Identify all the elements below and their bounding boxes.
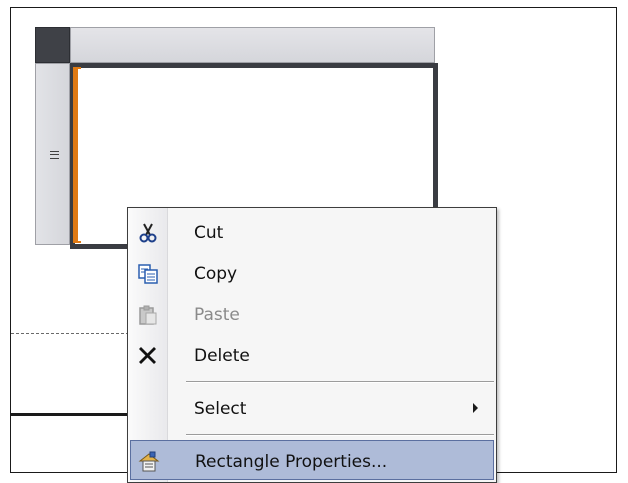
context-menu: Cut Copy Paste Delete Select Rectangle P… bbox=[127, 207, 497, 483]
body-boundary-line[interactable] bbox=[11, 413, 129, 416]
menu-item-select[interactable]: Select bbox=[130, 388, 494, 428]
tablix-corner-handle[interactable] bbox=[35, 27, 70, 63]
properties-icon bbox=[138, 451, 160, 473]
menu-item-label: Cut bbox=[194, 223, 224, 243]
submenu-arrow-icon bbox=[473, 403, 478, 413]
menu-item-label: Select bbox=[194, 399, 247, 419]
menu-item-label: Delete bbox=[194, 346, 250, 366]
menu-separator bbox=[186, 381, 494, 383]
menu-item-label: Paste bbox=[194, 305, 240, 325]
tablix-row-handle[interactable] bbox=[35, 63, 70, 245]
menu-item-cut[interactable]: Cut bbox=[130, 212, 494, 252]
menu-item-label: Copy bbox=[194, 264, 238, 284]
menu-item-rectangle-properties[interactable]: Rectangle Properties... bbox=[130, 440, 494, 480]
paste-icon bbox=[137, 304, 159, 326]
scissors-icon bbox=[137, 222, 159, 244]
menu-item-label: Rectangle Properties... bbox=[195, 452, 388, 472]
menu-item-delete[interactable]: Delete bbox=[130, 335, 494, 375]
delete-x-icon bbox=[137, 345, 159, 367]
group-lines-icon bbox=[50, 151, 59, 159]
copy-icon bbox=[137, 263, 159, 285]
tablix-column-handle[interactable] bbox=[70, 27, 435, 63]
selection-indicator bbox=[73, 67, 81, 243]
menu-item-copy[interactable]: Copy bbox=[130, 253, 494, 293]
page-break-line bbox=[11, 333, 129, 334]
menu-separator bbox=[186, 434, 494, 436]
menu-item-paste[interactable]: Paste bbox=[130, 294, 494, 334]
